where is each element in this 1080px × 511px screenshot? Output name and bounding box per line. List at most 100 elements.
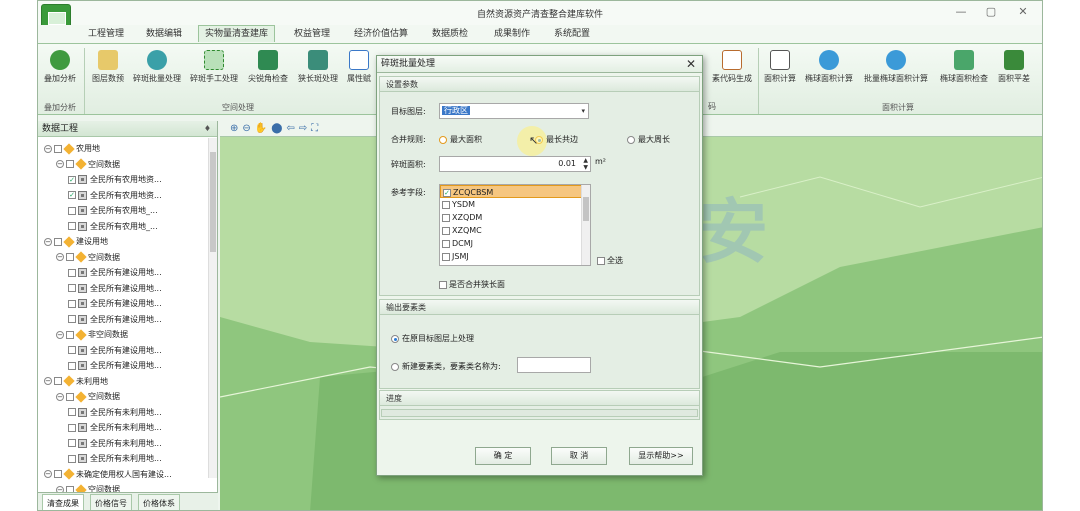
fragment-area-spinner[interactable]: 0.01 ▲ ▼ <box>439 156 591 172</box>
close-window-button[interactable]: ✕ <box>1012 5 1034 19</box>
tab-price-system[interactable]: 价格体系 <box>138 494 180 510</box>
checkbox-icon[interactable] <box>68 315 76 323</box>
checkbox-icon[interactable]: ✓ <box>68 191 76 199</box>
tree-item[interactable]: 全民所有建设用地... <box>68 312 162 327</box>
dialog-close-icon[interactable]: ✕ <box>686 56 696 72</box>
tree-item[interactable]: 全民所有建设用地... <box>68 281 162 296</box>
ref-field-item[interactable]: XZQMC <box>440 224 590 237</box>
tree-item[interactable]: ✓ 全民所有农用地资... <box>68 172 162 187</box>
checkbox-icon[interactable] <box>68 268 76 277</box>
tree-item[interactable]: − 未利用地 <box>44 374 108 389</box>
tree-item[interactable]: 全民所有未利用地... <box>68 420 162 435</box>
fragment-manual-button[interactable]: 碎斑手工处理 <box>186 48 242 96</box>
ref-field-item[interactable]: ✓ ZCQCBSM <box>440 185 590 198</box>
menu-quality[interactable]: 数据质检 <box>426 26 474 43</box>
menu-economic[interactable]: 经济价值估算 <box>348 26 414 43</box>
menu-rights[interactable]: 权益管理 <box>288 26 336 43</box>
target-layer-select[interactable]: 行政区 ▾ <box>439 103 589 119</box>
merge-narrow-checkbox[interactable]: 是否合并狭长面 <box>439 279 505 290</box>
menu-config[interactable]: 系统配置 <box>548 26 596 43</box>
tree-item[interactable]: 全民所有建设用地... <box>68 296 162 311</box>
ellipsoid-check-button[interactable]: 椭球面积检查 <box>936 48 992 96</box>
cancel-button[interactable]: 取 消 <box>551 447 607 465</box>
collapse-icon[interactable]: − <box>44 470 52 478</box>
checkbox-icon[interactable] <box>68 206 76 215</box>
checkbox-icon[interactable] <box>68 408 76 416</box>
tree-item[interactable]: 全民所有农用地_... <box>68 219 158 234</box>
checkbox-icon[interactable] <box>68 284 76 292</box>
checkbox-icon[interactable]: ✓ <box>68 175 76 184</box>
checkbox-icon[interactable] <box>442 252 450 261</box>
tree-item[interactable]: 全民所有建设用地... <box>68 358 162 373</box>
element-code-button[interactable]: 素代码生成 <box>706 48 758 96</box>
tree-item[interactable]: 全民所有未利用地... <box>68 451 162 466</box>
checkbox-icon[interactable] <box>66 160 74 168</box>
tree-item[interactable]: − 建设用地 <box>44 234 108 249</box>
area-calc-button[interactable]: 面积计算 <box>760 48 800 96</box>
menu-inventory[interactable]: 实物量清查建库 <box>198 25 276 42</box>
ref-field-item[interactable]: YSDM <box>440 198 590 211</box>
checkbox-icon[interactable] <box>442 213 450 222</box>
spinner-arrows-icon[interactable]: ▲ ▼ <box>583 157 588 171</box>
menu-edit[interactable]: 数据编辑 <box>140 26 188 43</box>
pin-icon[interactable]: ♦ <box>204 121 211 137</box>
tree-item[interactable]: 全民所有建设用地... <box>68 265 162 280</box>
ref-field-item[interactable]: JSMJ <box>440 250 590 263</box>
collapse-icon[interactable]: − <box>44 144 52 153</box>
layer-button[interactable]: 图层数预 <box>88 48 128 96</box>
checkbox-icon[interactable] <box>68 361 76 370</box>
checkbox-icon[interactable] <box>442 239 450 248</box>
tree-item[interactable]: 全民所有未利用地... <box>68 436 162 451</box>
batch-ellipsoid-area-button[interactable]: 批量椭球面积计算 <box>858 48 934 96</box>
collapse-icon[interactable]: − <box>44 237 52 246</box>
tree-scrollbar[interactable] <box>208 138 217 478</box>
checkbox-icon[interactable] <box>54 237 62 246</box>
checkbox-icon[interactable] <box>68 222 76 230</box>
checkbox-icon[interactable] <box>442 200 450 209</box>
tree-item[interactable]: ✓ 全民所有农用地资... <box>68 188 162 203</box>
narrow-patch-button[interactable]: 狭长斑处理 <box>294 48 342 96</box>
new-feature-class-name-input[interactable] <box>517 357 591 373</box>
tree-item[interactable]: − 农用地 <box>44 141 100 156</box>
tree-item[interactable]: 全民所有农用地_... <box>68 203 158 218</box>
sharp-angle-button[interactable]: 尖锐角检查 <box>244 48 292 96</box>
checkbox-icon[interactable] <box>66 330 74 339</box>
collapse-icon[interactable]: − <box>56 392 64 401</box>
overlay-analysis-button[interactable]: 叠加分析 <box>40 48 80 96</box>
checkbox-icon[interactable] <box>68 299 76 308</box>
collapse-icon[interactable]: − <box>56 330 64 339</box>
checkbox-icon[interactable]: ✓ <box>443 188 451 197</box>
checkbox-icon[interactable] <box>68 454 76 463</box>
restore-button[interactable]: ▢ <box>980 5 1002 19</box>
checkbox-icon[interactable] <box>66 253 74 261</box>
tree-item[interactable]: − 非空间数据 <box>56 327 128 342</box>
menu-output[interactable]: 成果制作 <box>488 26 536 43</box>
list-scrollbar[interactable] <box>581 185 590 265</box>
tree-scroll-thumb[interactable] <box>210 152 216 252</box>
output-new-radio[interactable]: 新建要素类，要素类名称为: <box>391 361 501 372</box>
ellipsoid-area-button[interactable]: 椭球面积计算 <box>802 48 856 96</box>
ok-button[interactable]: 确 定 <box>475 447 531 465</box>
checkbox-icon[interactable] <box>54 377 62 385</box>
merge-option-max-perimeter[interactable]: 最大周长 <box>627 134 670 145</box>
checkbox-icon[interactable] <box>68 439 76 447</box>
checkbox-icon[interactable] <box>442 226 450 235</box>
tree-item[interactable]: − 空间数据 <box>56 250 120 265</box>
checkbox-icon[interactable] <box>68 423 76 432</box>
fragment-batch-button[interactable]: 碎斑批量处理 <box>130 48 184 96</box>
tab-price-signal[interactable]: 价格信号 <box>90 494 132 510</box>
tab-inventory-results[interactable]: 清查成果 <box>42 494 84 510</box>
list-scroll-thumb[interactable] <box>583 197 589 221</box>
select-all-checkbox[interactable]: 全选 <box>597 255 623 266</box>
checkbox-icon[interactable] <box>66 392 74 401</box>
ref-fields-list[interactable]: ✓ ZCQCBSM YSDM XZQDM XZQMC DCMJ JSMJ <box>439 184 591 266</box>
checkbox-icon[interactable] <box>54 470 62 478</box>
collapse-icon[interactable]: − <box>44 377 52 385</box>
tree-item[interactable]: − 空间数据 <box>56 157 120 172</box>
ref-field-item[interactable]: DCMJ <box>440 237 590 250</box>
area-adjust-button[interactable]: 面积平差 <box>994 48 1034 96</box>
checkbox-icon[interactable] <box>54 144 62 153</box>
checkbox-icon[interactable] <box>68 346 76 354</box>
minimize-button[interactable]: — <box>950 5 972 19</box>
menu-project[interactable]: 工程管理 <box>82 26 130 43</box>
